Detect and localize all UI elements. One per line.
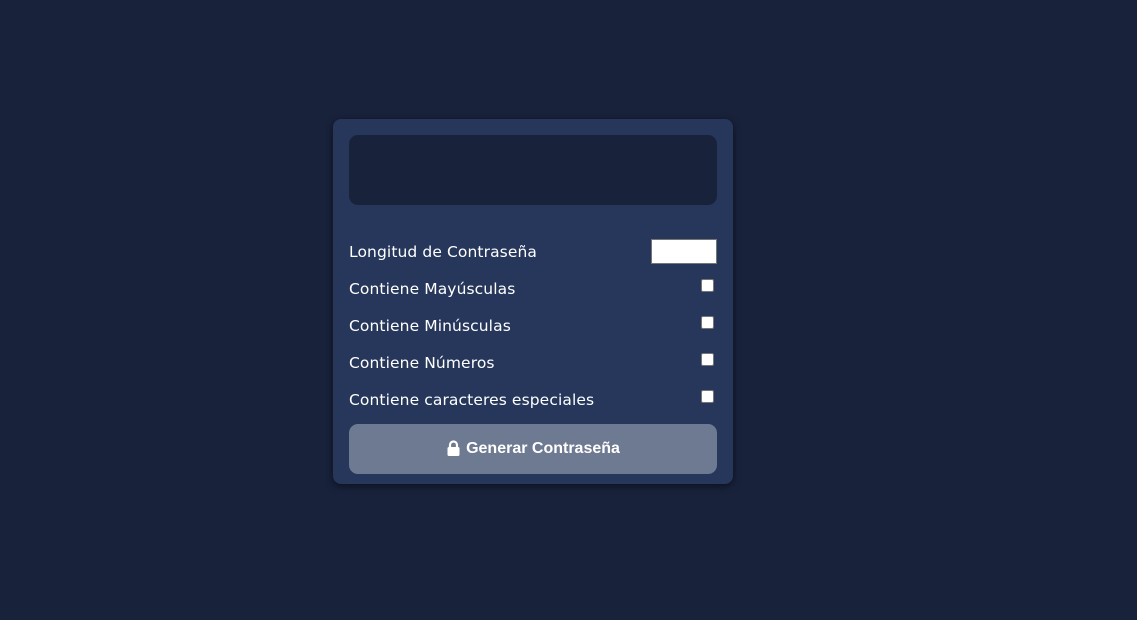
setting-special-chars-label: Contiene caracteres especiales [349,390,595,409]
setting-lowercase-label: Contiene Minúsculas [349,316,511,335]
generate-password-label: Generar Contraseña [466,440,620,457]
setting-uppercase: Contiene Mayúsculas [349,270,717,307]
uppercase-checkbox[interactable] [701,279,714,292]
length-input[interactable] [651,239,717,264]
generate-password-button[interactable]: Generar Contraseña [349,424,717,474]
setting-uppercase-label: Contiene Mayúsculas [349,279,516,298]
setting-special-chars: Contiene caracteres especiales [349,381,717,418]
setting-length: Longitud de Contraseña [349,233,717,270]
setting-length-label: Longitud de Contraseña [349,242,537,261]
setting-lowercase: Contiene Minúsculas [349,307,717,344]
password-result-display [349,135,717,205]
settings-list: Longitud de Contraseña Contiene Mayúscul… [349,233,717,418]
lowercase-checkbox[interactable] [701,316,714,329]
numbers-checkbox[interactable] [701,353,714,366]
setting-numbers: Contiene Números [349,344,717,381]
special-chars-checkbox[interactable] [701,390,714,403]
lock-icon [446,440,461,456]
password-generator-card: Longitud de Contraseña Contiene Mayúscul… [333,119,733,484]
setting-numbers-label: Contiene Números [349,353,495,372]
